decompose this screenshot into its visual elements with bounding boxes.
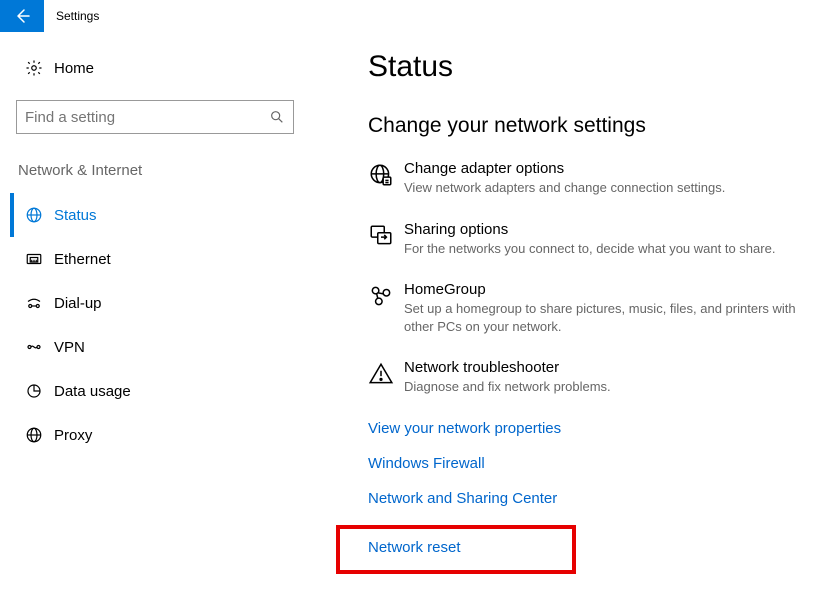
warning-icon — [368, 359, 404, 396]
setting-title: Network troubleshooter — [404, 359, 817, 376]
dialup-icon — [20, 294, 48, 312]
globe-wire-icon — [20, 206, 48, 224]
homegroup-icon — [368, 281, 404, 335]
highlight-annotation: Network reset — [336, 525, 576, 574]
sidebar-item-vpn[interactable]: VPN — [10, 325, 296, 369]
setting-adapter-options[interactable]: Change adapter options View network adap… — [368, 160, 817, 197]
proxy-icon — [20, 426, 48, 444]
search-icon — [269, 109, 285, 125]
setting-title: Sharing options — [404, 221, 817, 238]
vpn-icon — [20, 338, 48, 356]
home-button[interactable]: Home — [14, 48, 296, 88]
setting-desc: Diagnose and fix network problems. — [404, 378, 817, 396]
section-heading: Change your network settings — [368, 114, 817, 138]
setting-homegroup[interactable]: HomeGroup Set up a homegroup to share pi… — [368, 281, 817, 335]
link-view-properties[interactable]: View your network properties — [368, 420, 817, 437]
setting-title: HomeGroup — [404, 281, 817, 298]
home-label: Home — [54, 60, 94, 77]
sidebar-item-dialup[interactable]: Dial-up — [10, 281, 296, 325]
setting-desc: Set up a homegroup to share pictures, mu… — [404, 300, 817, 335]
sidebar: Home Network & Internet Status Ethernet — [0, 48, 310, 574]
setting-desc: For the networks you connect to, decide … — [404, 240, 817, 258]
link-windows-firewall[interactable]: Windows Firewall — [368, 455, 817, 472]
ethernet-icon — [20, 250, 48, 268]
sidebar-item-label: Status — [54, 207, 97, 224]
main-content: Status Change your network settings Chan… — [310, 48, 827, 574]
app-title: Settings — [56, 9, 99, 23]
sidebar-item-label: Proxy — [54, 427, 92, 444]
setting-sharing-options[interactable]: Sharing options For the networks you con… — [368, 221, 817, 258]
search-input-wrap[interactable] — [16, 100, 294, 134]
titlebar: Settings — [0, 0, 827, 32]
data-usage-icon — [20, 382, 48, 400]
back-arrow-icon — [13, 7, 31, 25]
search-input[interactable] — [25, 109, 269, 126]
link-network-reset[interactable]: Network reset — [368, 539, 542, 556]
page-title: Status — [368, 50, 817, 84]
sidebar-category: Network & Internet — [14, 162, 296, 179]
sidebar-item-label: Dial-up — [54, 295, 102, 312]
sidebar-item-ethernet[interactable]: Ethernet — [10, 237, 296, 281]
setting-troubleshooter[interactable]: Network troubleshooter Diagnose and fix … — [368, 359, 817, 396]
sidebar-item-datausage[interactable]: Data usage — [10, 369, 296, 413]
sidebar-item-label: VPN — [54, 339, 85, 356]
link-network-sharing-center[interactable]: Network and Sharing Center — [368, 490, 817, 507]
gear-icon — [20, 59, 48, 77]
setting-desc: View network adapters and change connect… — [404, 179, 817, 197]
back-button[interactable] — [0, 0, 44, 32]
sidebar-item-status[interactable]: Status — [10, 193, 296, 237]
adapter-icon — [368, 160, 404, 197]
sharing-icon — [368, 221, 404, 258]
sidebar-item-proxy[interactable]: Proxy — [10, 413, 296, 457]
sidebar-item-label: Ethernet — [54, 251, 111, 268]
setting-title: Change adapter options — [404, 160, 817, 177]
sidebar-item-label: Data usage — [54, 383, 131, 400]
